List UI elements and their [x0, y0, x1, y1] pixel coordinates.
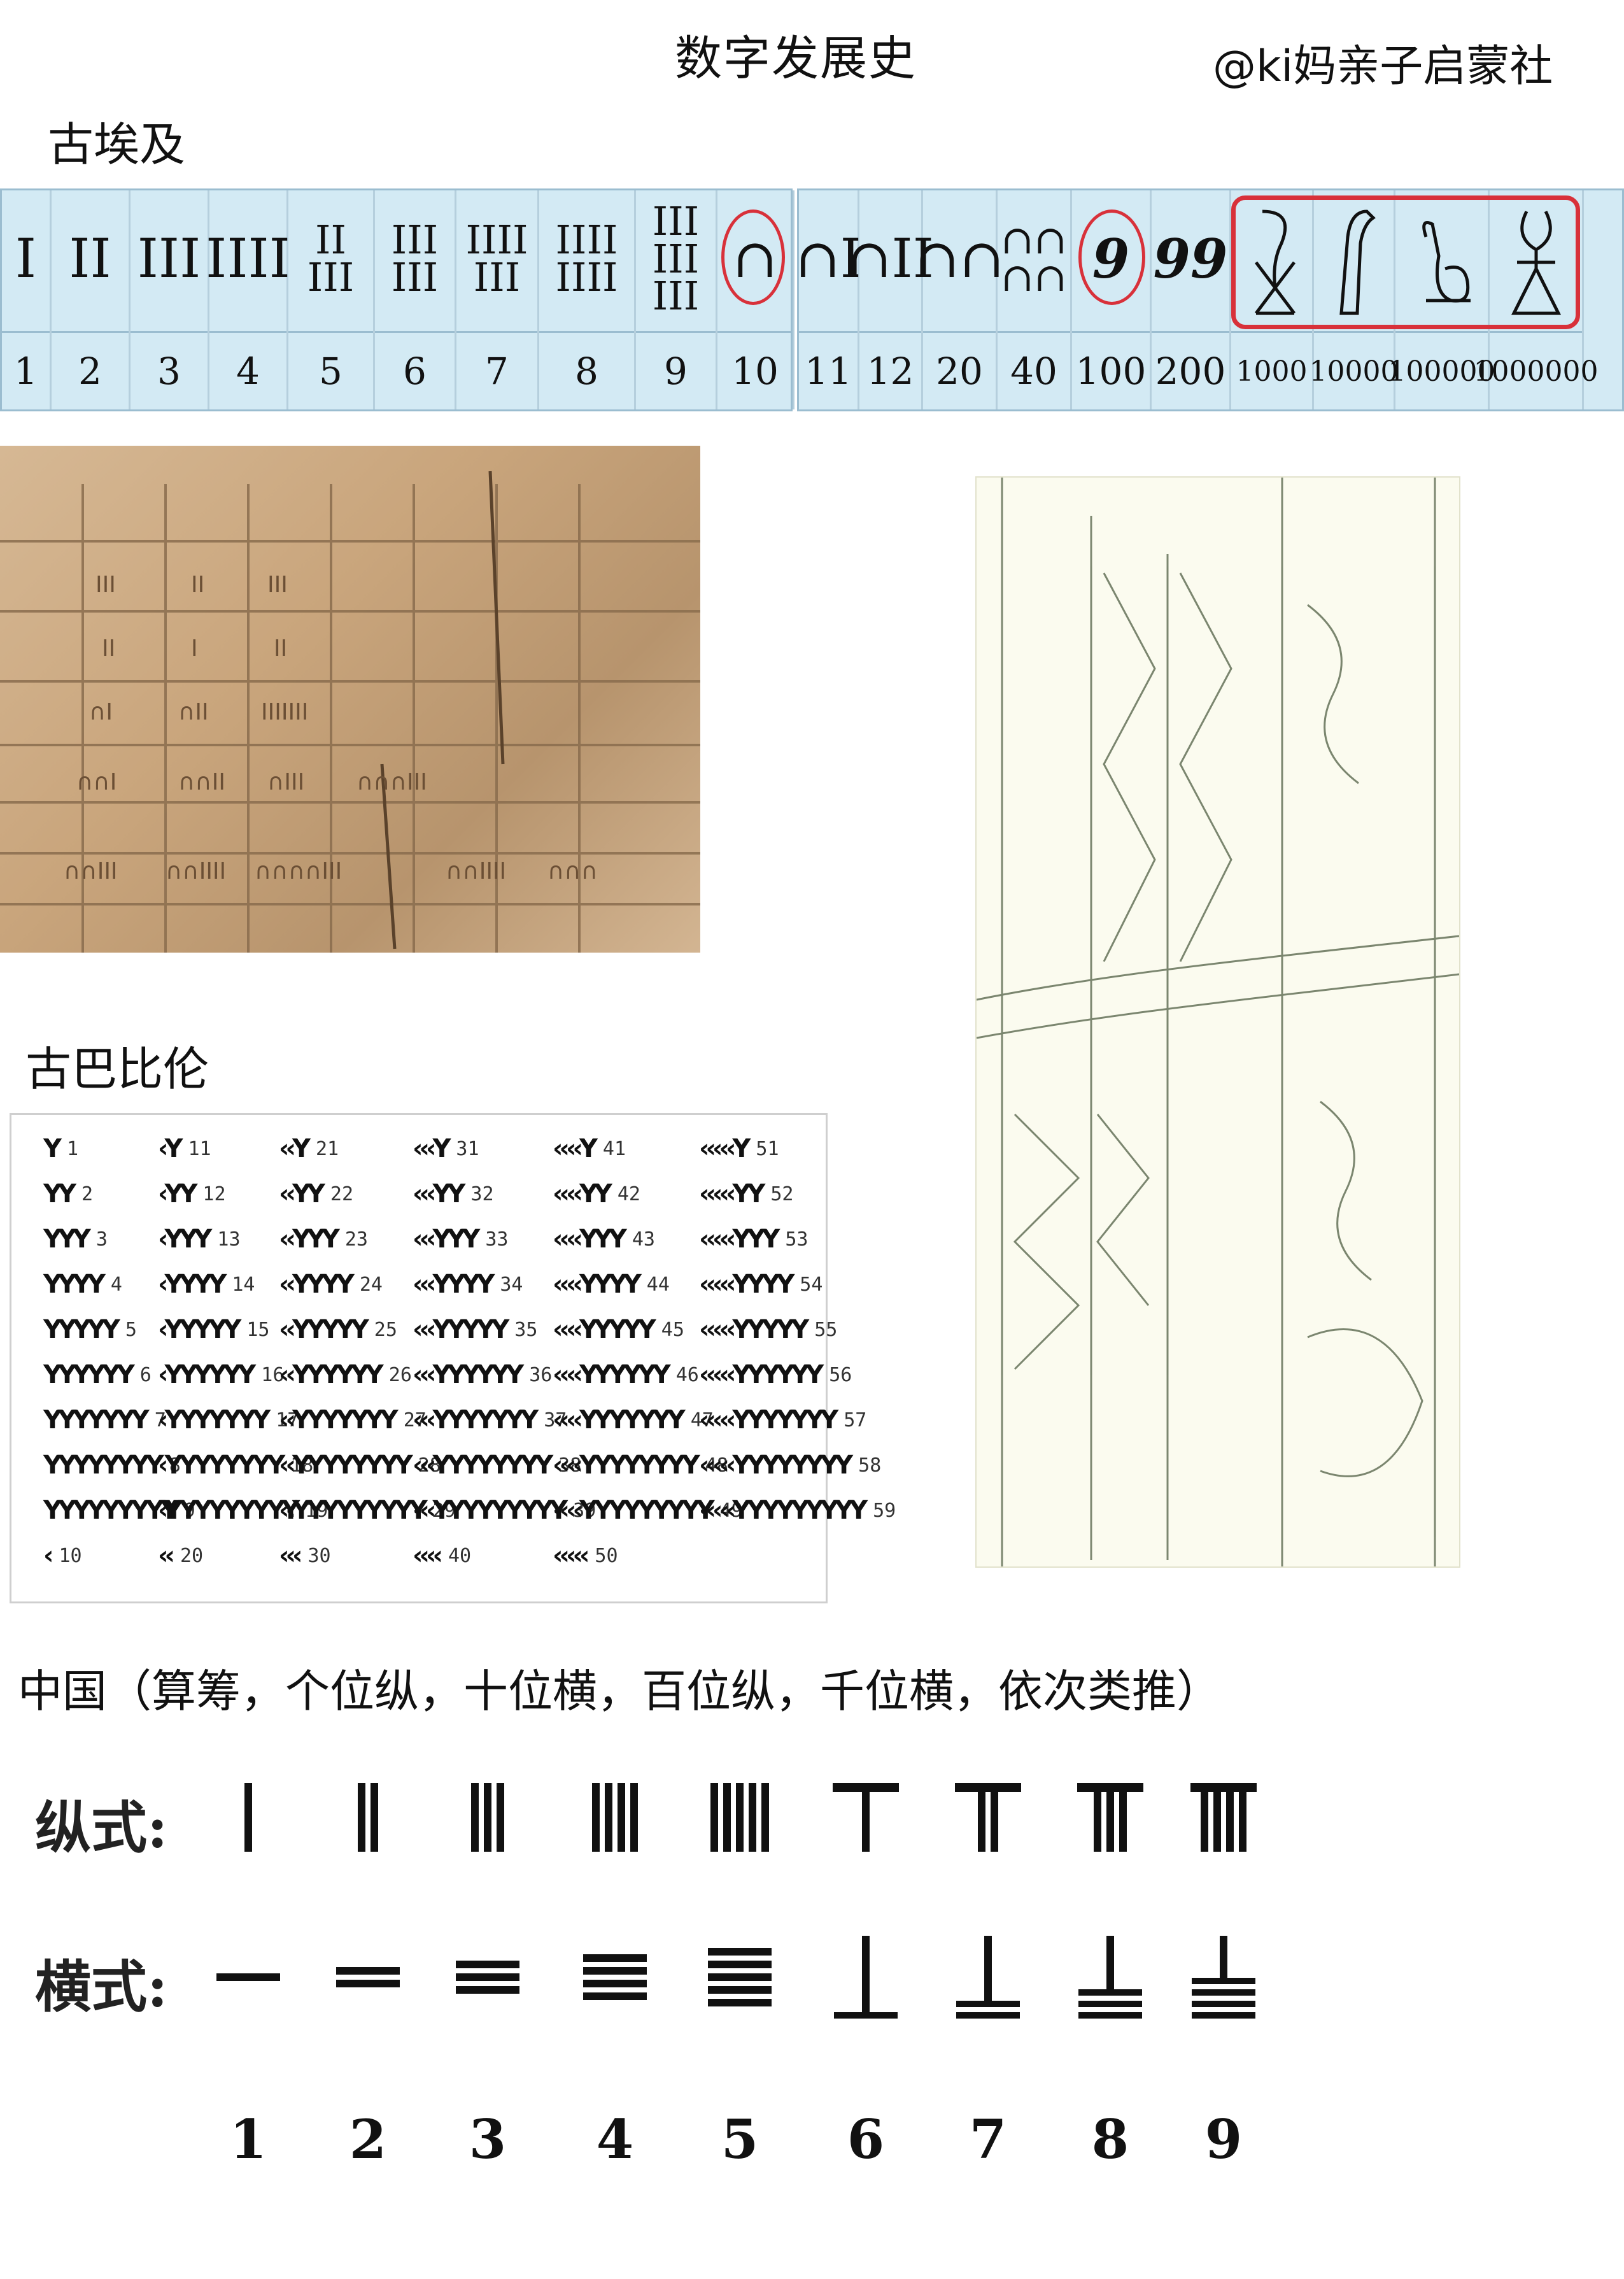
- rod-vertical: [630, 1783, 639, 1852]
- rod-horizontal: [583, 1954, 647, 1962]
- rod-number-label: 8: [1091, 2108, 1129, 2171]
- rod-horizontal: [583, 1992, 647, 2000]
- rod-horizontal: [456, 1973, 519, 1981]
- rod-horizontal-stem: [1220, 1936, 1227, 1984]
- rod-horizontal: [708, 1986, 772, 1994]
- rod-number-label: 9: [1204, 2108, 1243, 2171]
- rod-vertical: [1226, 1783, 1234, 1852]
- rod-vertical: [991, 1783, 998, 1852]
- rod-horizontal-stem: [1106, 1936, 1114, 1996]
- rod-vertical: [618, 1783, 626, 1852]
- rod-vertical: [749, 1783, 757, 1852]
- rod-horizontal: [1192, 2012, 1255, 2019]
- rod-horizontal: [336, 1980, 400, 1987]
- rod-vertical: [723, 1783, 731, 1852]
- rod-vertical: [978, 1783, 985, 1852]
- rod-horizontal-stem: [984, 1936, 992, 2007]
- rod-horizontal: [456, 1986, 519, 1994]
- rod-horizontal: [956, 2012, 1020, 2019]
- rod-vertical-top: [955, 1783, 1021, 1792]
- rod-vertical: [1094, 1783, 1101, 1852]
- rod-number-label: 2: [349, 2108, 387, 2171]
- rod-vertical: [470, 1783, 479, 1852]
- rod-horizontal: [1078, 2001, 1142, 2007]
- rod-vertical: [497, 1783, 505, 1852]
- rod-numerals: [0, 0, 1624, 2279]
- rod-vertical: [1201, 1783, 1208, 1852]
- rod-horizontal: [708, 1999, 772, 2006]
- rod-horizontal: [583, 1967, 647, 1975]
- rod-horizontal: [1192, 1989, 1255, 1996]
- rod-horizontal: [336, 1967, 400, 1975]
- rod-number-row: 1 2 3 4 5 6 7 8 9: [0, 2101, 1624, 2184]
- rod-number-label: 5: [721, 2108, 759, 2171]
- rod-vertical: [244, 1783, 252, 1852]
- rod-horizontal: [708, 1961, 772, 1968]
- rod-vertical: [357, 1783, 365, 1852]
- rod-vertical: [1119, 1783, 1127, 1852]
- rod-horizontal: [456, 1961, 519, 1968]
- rod-vertical: [862, 1783, 870, 1852]
- rod-vertical: [761, 1783, 770, 1852]
- rod-number-label: 1: [229, 2108, 267, 2171]
- rod-vertical: [736, 1783, 744, 1852]
- rod-horizontal: [1192, 2001, 1255, 2007]
- rod-number-label: 3: [469, 2108, 507, 2171]
- rod-horizontal: [834, 2012, 898, 2019]
- rod-vertical: [1239, 1783, 1246, 1852]
- rod-horizontal: [583, 1980, 647, 1987]
- rod-vertical: [591, 1783, 600, 1852]
- rod-number-label: 4: [596, 2108, 634, 2171]
- rod-horizontal: [956, 2001, 1020, 2007]
- rod-horizontal: [1078, 2012, 1142, 2019]
- rod-vertical: [1106, 1783, 1114, 1852]
- rod-horizontal: [708, 1973, 772, 1981]
- rod-number-label: 7: [969, 2108, 1007, 2171]
- rod-horizontal: [1192, 1978, 1255, 1984]
- rod-horizontal: [216, 1973, 280, 1981]
- rod-vertical: [1213, 1783, 1221, 1852]
- rod-number-label: 6: [847, 2108, 885, 2171]
- rod-vertical: [484, 1783, 491, 1852]
- rod-vertical: [710, 1783, 718, 1852]
- rod-vertical: [371, 1783, 379, 1852]
- rod-vertical: [604, 1783, 612, 1852]
- rod-horizontal-stem: [862, 1936, 870, 2019]
- rod-horizontal: [1078, 1989, 1142, 1996]
- rod-horizontal: [708, 1948, 772, 1956]
